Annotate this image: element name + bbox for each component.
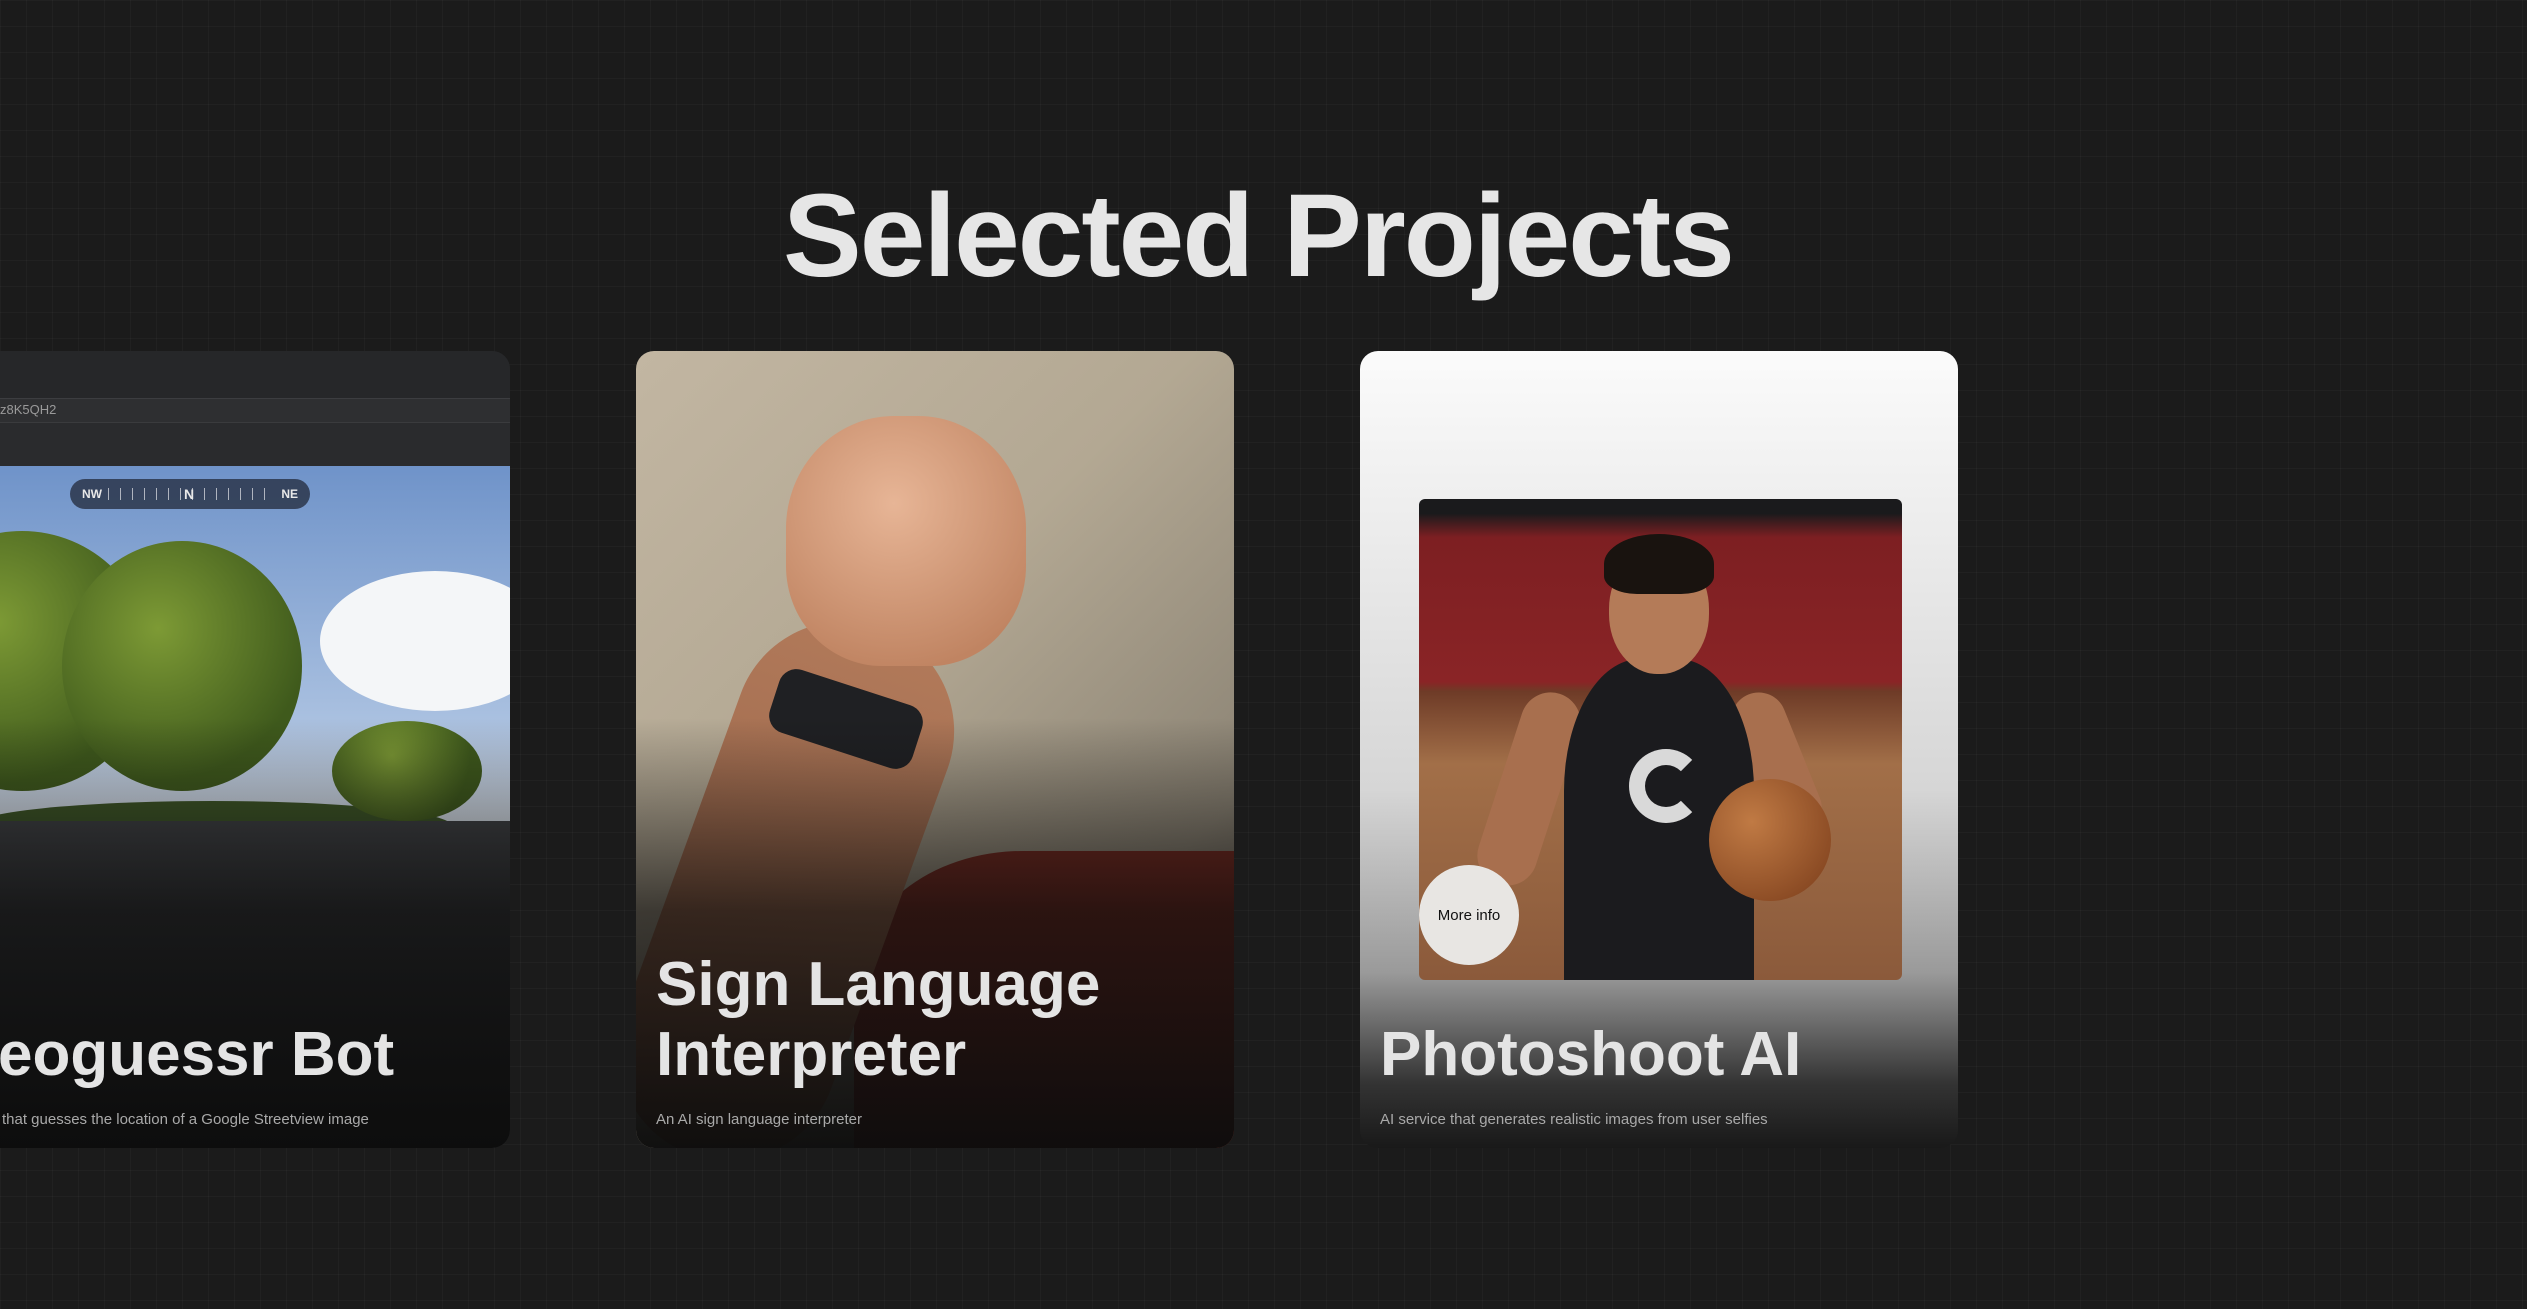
compass-right-label: NE (281, 487, 298, 501)
project-card-geoguessr-bot[interactable]: z8K5QH2 NW N NE eoguessr Bot that guesse… (0, 351, 510, 1148)
project-title: eoguessr Bot (0, 1019, 395, 1089)
photo-player-hair (1604, 534, 1714, 594)
project-description: AI service that generates realistic imag… (1380, 1111, 1768, 1128)
compass-center-label: N (184, 486, 195, 502)
streetview-address-bar: z8K5QH2 (0, 398, 510, 422)
more-info-button[interactable]: More info (1419, 865, 1519, 965)
project-description: that guesses the location of a Google St… (2, 1111, 369, 1128)
compass-left-label: NW (82, 487, 102, 501)
projects-carousel[interactable]: z8K5QH2 NW N NE eoguessr Bot that guesse… (0, 351, 2527, 1149)
project-card-photoshoot-ai[interactable]: More info Photoshoot AI AI service that … (1360, 351, 1958, 1148)
project-card-sign-language-interpreter[interactable]: Sign Language Interpreter An AI sign lan… (636, 351, 1234, 1148)
photo-fist (786, 416, 1026, 666)
project-title-line-2: Interpreter (656, 1019, 967, 1089)
project-title: Photoshoot AI (1380, 1019, 1802, 1089)
section-title: Selected Projects (783, 170, 1735, 302)
streetview-address-text: z8K5QH2 (0, 402, 57, 417)
project-title: Sign Language Interpreter (656, 950, 1100, 1090)
project-description: An AI sign language interpreter (656, 1111, 862, 1128)
project-title-line-1: Sign Language (656, 949, 1101, 1019)
compass-bar: NW N NE (70, 479, 310, 509)
basketball (1709, 779, 1831, 901)
jersey-logo-icon (1629, 749, 1703, 823)
